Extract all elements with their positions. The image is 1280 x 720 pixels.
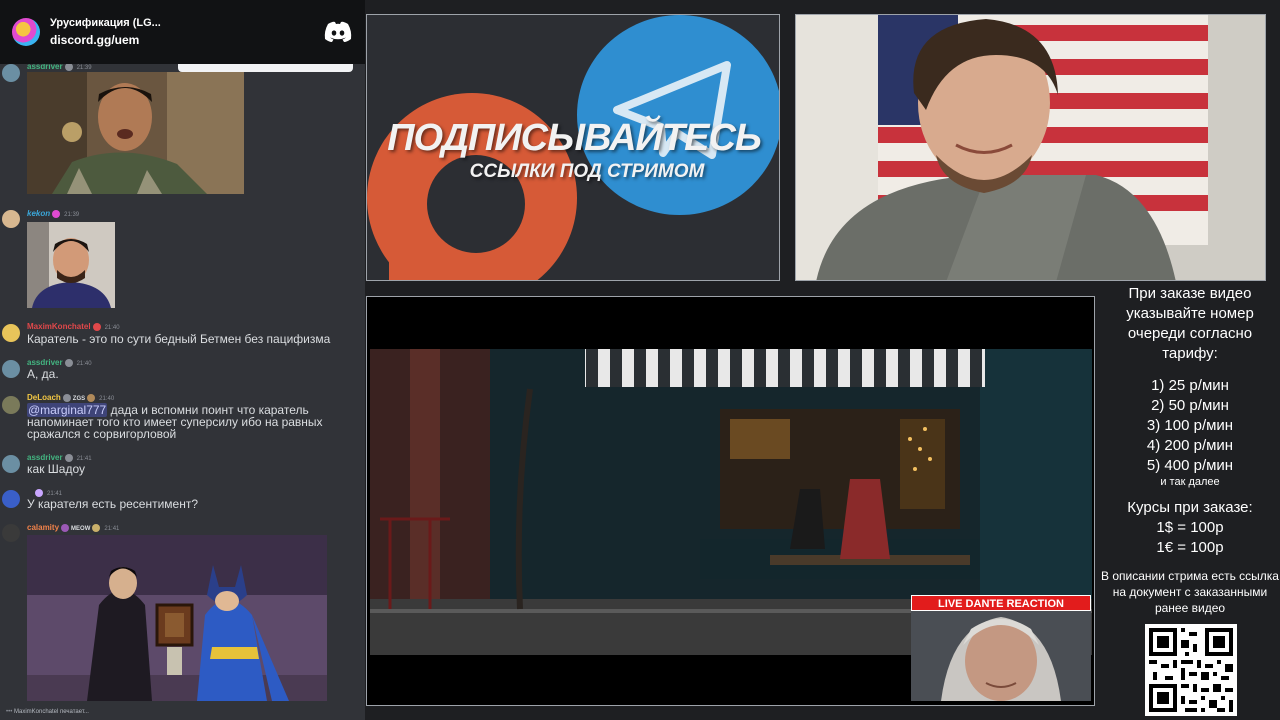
- server-icon: [12, 18, 40, 46]
- username[interactable]: MaximKonchatel: [27, 322, 91, 331]
- currency-rates: Курсы при заказе: 1$ = 100р 1€ = 100р: [1100, 498, 1280, 558]
- usd-rate: 1$ = 100р: [1156, 519, 1224, 536]
- username[interactable]: DeLoach: [27, 393, 61, 402]
- avatar: [2, 64, 20, 82]
- username[interactable]: assdriver: [27, 453, 63, 462]
- badge-icon: [61, 523, 70, 532]
- discord-chat-panel: Урусификация (LG... discord.gg/uem assdr…: [0, 0, 365, 720]
- order-instructions: При заказе видео указывайте номер очеред…: [1126, 285, 1254, 362]
- discord-icon: [324, 21, 352, 42]
- message-text: У карателя есть ресентимент?: [27, 497, 199, 511]
- badge-icon: [64, 358, 73, 367]
- tariff-item: 2) 50 р/мин: [1151, 397, 1229, 414]
- overlay-bar: [178, 64, 353, 72]
- tariff-list: 1) 25 р/мин 2) 50 р/мин 3) 100 р/мин 4) …: [1100, 376, 1280, 476]
- timestamp: 21:40: [104, 325, 120, 331]
- image-attachment[interactable]: [27, 72, 244, 194]
- server-bar[interactable]: Урусификация (LG... discord.gg/uem: [0, 0, 365, 64]
- server-invite[interactable]: discord.gg/uem: [50, 33, 323, 47]
- username[interactable]: calamity: [27, 523, 59, 532]
- message-text: А, да.: [27, 367, 59, 381]
- timestamp: 21:40: [76, 361, 92, 367]
- banner-title: ПОДПИСЫВАЙТЕСЬ: [387, 117, 762, 159]
- avatar: [2, 524, 20, 542]
- badge-icon: [35, 488, 43, 497]
- message-text: как Шадоу: [27, 462, 85, 476]
- qr-code[interactable]: [1145, 624, 1237, 716]
- stream-layout: Урусификация (LG... discord.gg/uem assdr…: [0, 0, 1280, 720]
- tariff-item: 3) 100 р/мин: [1146, 417, 1234, 434]
- typing-indicator: ••• MaximKonchatel печатает...: [6, 709, 89, 715]
- image-attachment[interactable]: [27, 222, 115, 308]
- tariff-more: и так далее: [1160, 476, 1220, 488]
- timestamp: 21:39: [76, 65, 92, 71]
- avatar: [2, 360, 20, 378]
- tariff-item: 1) 25 р/мин: [1151, 377, 1229, 394]
- courses-title: Курсы при заказе:: [1127, 499, 1253, 516]
- badge-icon: [87, 393, 96, 402]
- description-note: В описании стрима есть ссылка на докумен…: [1101, 569, 1279, 615]
- timestamp: 21:39: [64, 212, 80, 218]
- badge-icon: [62, 393, 71, 402]
- clan-tag: ZGS: [72, 396, 86, 402]
- subscribe-banner: ПОДПИСЫВАЙТЕСЬ ССЫЛКИ ПОД СТРИМОМ: [366, 14, 780, 281]
- badge-icon: [92, 322, 101, 331]
- order-info-panel: При заказе видео указывайте номер очеред…: [1100, 284, 1280, 616]
- awning: [585, 349, 985, 387]
- server-name: Урусификация (LG...: [50, 17, 161, 29]
- banner-subtitle: ССЫЛКИ ПОД СТРИМОМ: [469, 161, 705, 182]
- tariff-item: 5) 400 р/мин: [1146, 457, 1234, 474]
- avatar: [2, 490, 20, 508]
- streamer-webcam: [795, 14, 1266, 281]
- avatar: [2, 396, 20, 414]
- reaction-overlay: LIVE DANTE REACTION: [911, 595, 1091, 701]
- username[interactable]: kekon: [27, 209, 50, 218]
- eur-rate: 1€ = 100р: [1156, 539, 1224, 556]
- avatar: [2, 210, 20, 228]
- timestamp: 21:41: [104, 526, 120, 532]
- badge-icon: [92, 523, 101, 532]
- message-text: @marginal777 дада и вспомни поинт что ка…: [27, 403, 363, 440]
- image-attachment[interactable]: [27, 535, 327, 701]
- telegram-icon: [577, 15, 779, 215]
- tariff-item: 4) 200 р/мин: [1146, 437, 1234, 454]
- timestamp: 21:40: [99, 396, 115, 402]
- clan-tag: MEOW: [71, 526, 91, 532]
- video-player[interactable]: LIVE DANTE REACTION: [366, 296, 1095, 706]
- badge-icon: [52, 209, 61, 218]
- badge-icon: [64, 453, 73, 462]
- reaction-label: LIVE DANTE REACTION: [911, 595, 1091, 611]
- avatar: [2, 324, 20, 342]
- message-text: Каратель - это по сути бедный Бетмен без…: [27, 332, 331, 346]
- username[interactable]: assdriver: [27, 358, 63, 367]
- badge-icon: [64, 62, 73, 71]
- avatar: [2, 455, 20, 473]
